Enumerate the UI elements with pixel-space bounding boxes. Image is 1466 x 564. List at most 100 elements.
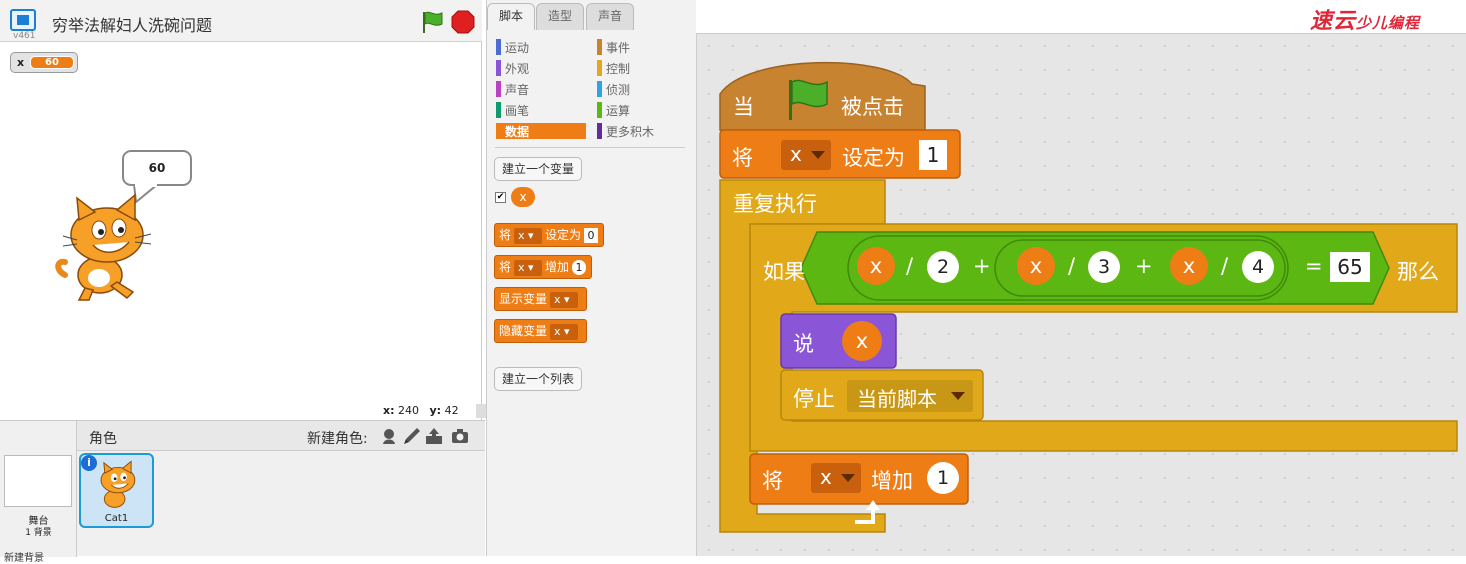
- project-title: 穷举法解妇人洗碗问题: [52, 16, 213, 35]
- reporter-x-2[interactable]: x: [1017, 247, 1055, 285]
- stop-label: 停止: [793, 387, 835, 411]
- category-color-swatch: [597, 102, 602, 118]
- set-value-input[interactable]: 1: [919, 140, 947, 170]
- change-label: 将: [762, 469, 783, 493]
- sprite-header: 角色 新建角色:: [77, 421, 485, 451]
- category-right-1[interactable]: 控制: [597, 60, 630, 76]
- paint-brush-icon[interactable]: [402, 426, 422, 446]
- stop-icon[interactable]: [451, 10, 475, 34]
- tab-bar: 脚本 造型 声音: [487, 0, 697, 30]
- divide-op-2: /: [1068, 254, 1076, 278]
- variable-checkbox[interactable]: ✔: [495, 192, 506, 203]
- version-label: v461: [13, 31, 36, 41]
- script-area[interactable]: 当 被点击 将 x 设定为 1 重复执行 如果 那么 x / 2 + x / 3…: [696, 33, 1466, 556]
- dropdown-arrow-icon: [841, 474, 855, 482]
- palette-value-input[interactable]: 0: [584, 228, 599, 243]
- make-list-button[interactable]: 建立一个列表: [494, 367, 583, 391]
- variable-reporter-x[interactable]: x: [511, 187, 535, 207]
- stage-column: 舞台 1 背景 新建背景: [0, 421, 77, 564]
- category-right-0[interactable]: 事件: [597, 39, 630, 55]
- palette-var-dropdown[interactable]: x ▾: [550, 291, 579, 308]
- then-label: 那么: [1397, 260, 1439, 284]
- category-color-swatch: [597, 81, 602, 97]
- fullscreen-icon[interactable]: [10, 9, 36, 31]
- category-label: 数据: [505, 125, 530, 139]
- category-left-3[interactable]: 画笔: [496, 102, 529, 118]
- tab-costumes[interactable]: 造型: [536, 3, 584, 30]
- mouse-coordinates: x: 240 y: 42: [383, 404, 459, 417]
- coord-y: 42: [444, 404, 459, 417]
- dropdown-arrow-icon: [811, 151, 825, 159]
- set-var-dropdown[interactable]: x: [781, 140, 831, 170]
- set-label: 将: [732, 146, 753, 170]
- palette-block-1[interactable]: 将x ▾ 增加 1: [494, 255, 593, 279]
- brand-logo: 速云少儿编程: [1310, 8, 1421, 34]
- cat-sprite-icon[interactable]: [55, 190, 155, 305]
- category-right-3[interactable]: 运算: [597, 102, 630, 118]
- speech-bubble: 60: [122, 150, 192, 186]
- category-left-1[interactable]: 外观: [496, 60, 529, 76]
- reporter-x-3[interactable]: x: [1170, 247, 1208, 285]
- palette-var-dropdown[interactable]: x ▾: [550, 323, 579, 340]
- camera-icon[interactable]: [450, 426, 470, 446]
- plus-op-1: +: [973, 254, 991, 278]
- forever-label: 重复执行: [733, 192, 817, 216]
- category-label: 运动: [505, 41, 530, 55]
- sprite-library-icon[interactable]: [379, 426, 399, 446]
- category-color-swatch: [597, 60, 602, 76]
- equals-op: =: [1305, 254, 1323, 278]
- upload-icon[interactable]: [424, 426, 444, 446]
- palette-block-2[interactable]: 显示变量 x ▾: [494, 287, 588, 311]
- dropdown-arrow-icon: [951, 392, 965, 400]
- new-backdrop-label: 新建背景: [4, 553, 44, 564]
- plus-op-2: +: [1135, 254, 1153, 278]
- collapse-stage-handle[interactable]: [476, 404, 486, 418]
- sprite-area: 舞台 1 背景 新建背景 角色 新建角色: i Cat1: [0, 420, 485, 564]
- category-label: 运算: [606, 104, 631, 118]
- palette-var-dropdown[interactable]: x ▾: [514, 227, 543, 244]
- sprite-section-title: 角色: [89, 431, 117, 447]
- if-label: 如果: [763, 260, 805, 284]
- variable-monitor[interactable]: x 60: [10, 52, 78, 73]
- palette-value-input[interactable]: 1: [572, 260, 587, 275]
- category-label: 事件: [606, 41, 631, 55]
- palette-var-dropdown[interactable]: x ▾: [514, 259, 543, 276]
- make-variable-button[interactable]: 建立一个变量: [494, 157, 583, 181]
- category-divider: [495, 147, 685, 148]
- stage-thumbnail[interactable]: [4, 455, 72, 507]
- category-right-2[interactable]: 侦测: [597, 81, 630, 97]
- palette-block-3[interactable]: 隐藏变量 x ▾: [494, 319, 588, 343]
- divisor-input-1[interactable]: 2: [927, 251, 959, 283]
- change-value-input[interactable]: 1: [927, 462, 959, 494]
- category-label: 控制: [606, 62, 631, 76]
- category-right-4[interactable]: 更多积木: [597, 123, 654, 139]
- change-by-label: 增加: [871, 469, 913, 493]
- category-color-swatch: [496, 81, 501, 97]
- category-label: 画笔: [505, 104, 530, 118]
- stage-header: 穷举法解妇人洗碗问题 v461: [0, 0, 482, 42]
- category-label: 侦测: [606, 83, 631, 97]
- category-left-4[interactable]: 数据: [496, 123, 586, 139]
- category-color-swatch: [496, 39, 501, 55]
- category-label: 更多积木: [606, 125, 655, 139]
- green-flag-icon[interactable]: [420, 10, 444, 34]
- divisor-input-2[interactable]: 3: [1088, 251, 1120, 283]
- sprite-tile-cat1[interactable]: i Cat1: [79, 453, 154, 528]
- category-left-0[interactable]: 运动: [496, 39, 529, 55]
- stop-option-dropdown[interactable]: 当前脚本: [847, 380, 973, 412]
- hat-label-clicked: 被点击: [841, 95, 904, 119]
- target-value-input[interactable]: 65: [1330, 252, 1370, 282]
- reporter-x-1[interactable]: x: [857, 247, 895, 285]
- category-color-swatch: [496, 123, 501, 139]
- palette-block-0[interactable]: 将x ▾ 设定为 0: [494, 223, 605, 247]
- category-color-swatch: [496, 60, 501, 76]
- divide-op-1: /: [906, 254, 914, 278]
- divisor-input-3[interactable]: 4: [1242, 251, 1274, 283]
- block-palette: 脚本 造型 声音 建立一个变量 ✔ x 建立一个列表 运动 外观 声音 画笔 数据 事件控…: [486, 0, 696, 556]
- tab-sounds[interactable]: 声音: [586, 3, 634, 30]
- change-var-dropdown[interactable]: x: [811, 463, 861, 493]
- say-reporter-x[interactable]: x: [842, 321, 882, 361]
- tab-scripts[interactable]: 脚本: [487, 3, 535, 30]
- category-label: 外观: [505, 62, 530, 76]
- category-left-2[interactable]: 声音: [496, 81, 529, 97]
